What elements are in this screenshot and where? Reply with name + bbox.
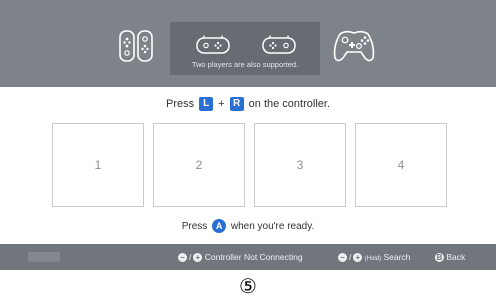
ready-suffix: when you're ready. <box>230 221 315 232</box>
player-slot-1[interactable]: 1 <box>52 123 144 207</box>
slash: / <box>189 252 192 262</box>
plus-button-icon: + <box>353 253 363 263</box>
footer-placeholder <box>28 252 60 262</box>
search-button[interactable]: − / + (Hold) Search <box>338 244 410 270</box>
player-number: 1 <box>94 158 102 172</box>
ready-instruction: Press A when you're ready. <box>0 218 496 236</box>
r-button-icon: R <box>229 97 244 112</box>
not-connecting-label: Controller Not Connecting <box>204 252 303 262</box>
player-number: 3 <box>296 158 304 172</box>
pro-controller-icon <box>333 30 375 62</box>
step-caption: ⑤ <box>239 274 257 298</box>
plus-button-icon: + <box>193 253 203 263</box>
joycon-pair-icon <box>119 30 153 62</box>
minus-button-icon: − <box>338 253 347 263</box>
footer-bar: − / + Controller Not Connecting − / + (Hold)… <box>0 244 496 270</box>
b-button-icon: B <box>435 253 444 263</box>
back-button[interactable]: B Back <box>435 244 465 270</box>
sideways-joycon-icon <box>262 35 296 54</box>
player-slot-4[interactable]: 4 <box>355 123 447 207</box>
player-number: 4 <box>397 158 405 172</box>
l-button-icon: L <box>199 97 214 112</box>
player-number: 2 <box>195 158 203 172</box>
plus-sign: + <box>218 98 225 110</box>
sideways-joycon-icon <box>196 35 230 54</box>
pair-instruction: Press L + R on the controller. <box>0 95 496 113</box>
popup-text: Two players are also supported. <box>191 60 299 69</box>
header-bar: Two players are also supported. <box>0 0 496 87</box>
ready-prefix: Press <box>181 221 208 232</box>
search-label: Search <box>383 252 411 262</box>
two-player-popup: Two players are also supported. <box>170 22 320 75</box>
player-slot-3[interactable]: 3 <box>254 123 346 207</box>
back-label: Back <box>446 252 466 262</box>
minus-button-icon: − <box>178 253 187 263</box>
player-slot-2[interactable]: 2 <box>153 123 245 207</box>
a-button-icon: A <box>212 219 227 234</box>
instruction-prefix: Press <box>165 98 195 110</box>
slash: / <box>349 252 352 262</box>
hold-label: (Hold) <box>364 256 382 262</box>
instruction-suffix: on the controller. <box>248 98 331 110</box>
controller-not-connecting-button[interactable]: − / + Controller Not Connecting <box>178 244 303 270</box>
